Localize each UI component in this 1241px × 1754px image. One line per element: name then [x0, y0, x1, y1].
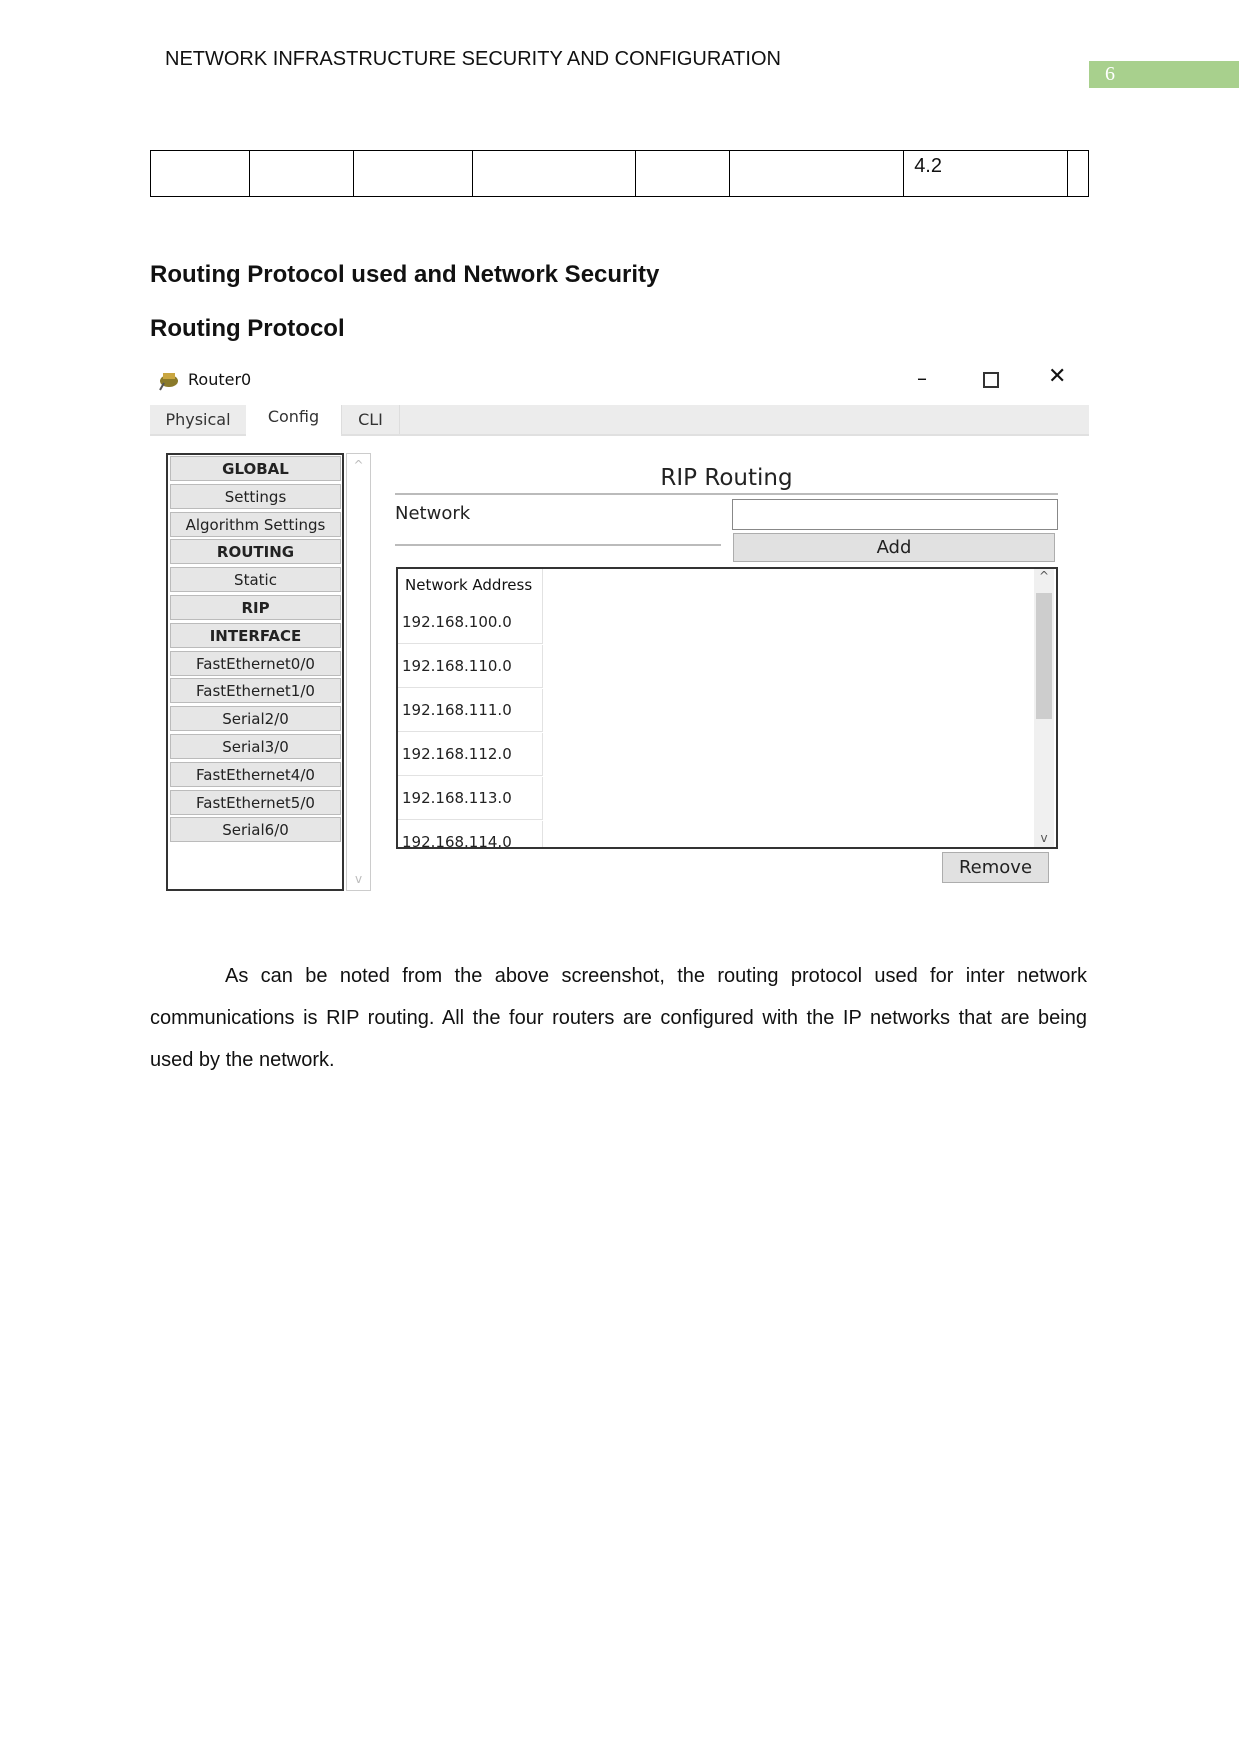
tab-cli[interactable]: CLI — [341, 405, 400, 434]
subsection-heading: Routing Protocol — [150, 315, 345, 342]
sidebar-item[interactable]: GLOBAL — [170, 456, 341, 481]
close-button[interactable]: ✕ — [1048, 364, 1066, 389]
table-cell — [728, 150, 905, 197]
remove-button[interactable]: Remove — [942, 852, 1049, 883]
sidebar-item[interactable]: INTERFACE — [170, 622, 341, 648]
sidebar-item[interactable]: Algorithm Settings — [170, 511, 341, 537]
network-row[interactable]: 192.168.110.0 — [398, 645, 543, 688]
window-title: Router0 — [188, 370, 252, 389]
scroll-thumb[interactable] — [1036, 593, 1052, 719]
sidebar-item[interactable]: Settings — [170, 483, 341, 509]
network-row[interactable]: 192.168.113.0 — [398, 777, 543, 820]
list-scrollbar[interactable]: ^ v — [1034, 569, 1054, 847]
add-button[interactable]: Add — [733, 533, 1055, 562]
tab-physical[interactable]: Physical — [150, 405, 246, 434]
sidebar-item[interactable]: Serial6/0 — [170, 817, 341, 843]
sidebar-item[interactable]: RIP — [170, 595, 341, 620]
network-row[interactable]: 192.168.111.0 — [398, 689, 543, 732]
network-list: Network Address 192.168.100.0 192.168.110… — [396, 567, 1058, 849]
table-cell — [1067, 150, 1089, 197]
sidebar-item[interactable]: FastEthernet0/0 — [170, 650, 341, 676]
page-number: 6 — [1089, 61, 1239, 88]
column-header: Network Address — [398, 569, 543, 601]
divider — [395, 493, 1058, 495]
panel-title: RIP Routing — [660, 465, 793, 491]
maximize-button[interactable] — [983, 372, 999, 388]
section-heading: Routing Protocol used and Network Securi… — [150, 261, 660, 288]
sidebar-scrollbar[interactable]: ^ v — [346, 453, 371, 891]
network-row[interactable]: 192.168.100.0 — [398, 601, 543, 644]
sidebar-item[interactable]: Static — [170, 567, 341, 593]
table-cell — [471, 150, 636, 197]
table-cell: 4.2 — [903, 150, 1068, 197]
tab-config[interactable]: Config — [246, 402, 341, 436]
network-input[interactable] — [732, 499, 1058, 530]
sidebar-item[interactable]: Serial2/0 — [170, 706, 341, 732]
minimize-button[interactable]: – — [917, 366, 927, 390]
scroll-down-icon[interactable]: v — [1034, 831, 1054, 845]
table-fragment: 4.2 — [150, 150, 1089, 197]
body-paragraph: As can be noted from the above screensho… — [150, 965, 1087, 1071]
scroll-up-icon[interactable]: ^ — [1034, 569, 1054, 583]
sidebar-item[interactable]: ROUTING — [170, 539, 341, 565]
table-cell — [248, 150, 355, 197]
sidebar-item[interactable]: FastEthernet5/0 — [170, 789, 341, 815]
table-cell — [634, 150, 730, 197]
table-cell — [150, 150, 250, 197]
divider — [395, 544, 721, 546]
sidebar-item[interactable]: FastEthernet4/0 — [170, 761, 341, 787]
network-row[interactable]: 192.168.112.0 — [398, 733, 543, 776]
table-cell — [353, 150, 473, 197]
running-header: NETWORK INFRASTRUCTURE SECURITY AND CONF… — [165, 48, 781, 70]
network-label: Network — [395, 503, 471, 524]
network-row[interactable]: 192.168.114.0 — [398, 821, 543, 847]
sidebar-item[interactable]: FastEthernet1/0 — [170, 678, 341, 704]
router-icon — [158, 369, 180, 391]
sidebar-item[interactable]: Serial3/0 — [170, 734, 341, 759]
